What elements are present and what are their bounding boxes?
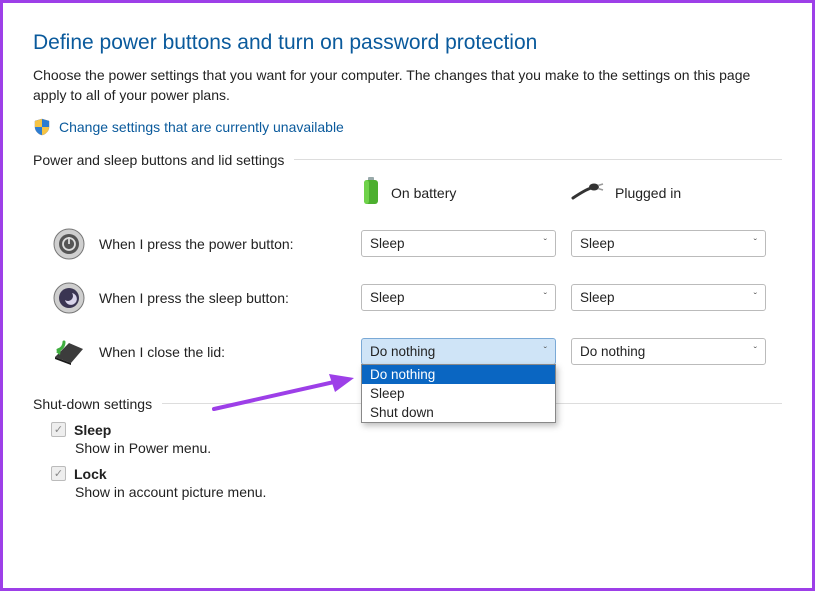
chevron-down-icon: ˇ (544, 346, 547, 357)
plug-icon (571, 182, 605, 203)
checkbox-lock[interactable]: ✓ (51, 466, 66, 481)
chevron-down-icon: ˇ (544, 238, 547, 249)
sleep-button-battery-select[interactable]: Sleepˇ (361, 284, 556, 311)
chevron-down-icon: ˇ (544, 292, 547, 303)
column-on-battery: On battery (361, 178, 561, 208)
page-title: Define power buttons and turn on passwor… (33, 31, 782, 55)
checkbox-lock-label: Lock (74, 466, 107, 482)
checkbox-sleep-label: Sleep (74, 422, 111, 438)
sleep-button-plugged-select[interactable]: Sleepˇ (571, 284, 766, 311)
power-button-plugged-select[interactable]: Sleepˇ (571, 230, 766, 257)
change-settings-link[interactable]: Change settings that are currently unava… (59, 119, 344, 135)
page-description: Choose the power settings that you want … (33, 65, 753, 106)
chevron-down-icon: ˇ (754, 346, 757, 357)
checkbox-sleep-description: Show in Power menu. (75, 440, 782, 456)
sleep-button-icon (51, 280, 87, 316)
checkbox-sleep[interactable]: ✓ (51, 422, 66, 437)
lid-option-shut-down[interactable]: Shut down (362, 403, 555, 422)
battery-icon (361, 176, 381, 209)
lid-battery-select-list[interactable]: Do nothing Sleep Shut down (361, 364, 556, 423)
column-plugged-in: Plugged in (571, 178, 771, 208)
chevron-down-icon: ˇ (754, 292, 757, 303)
lid-icon (51, 334, 87, 370)
lid-option-do-nothing[interactable]: Do nothing (362, 365, 555, 384)
power-button-battery-select[interactable]: Sleepˇ (361, 230, 556, 257)
power-button-icon (51, 226, 87, 262)
shield-icon (33, 118, 51, 136)
lid-option-sleep[interactable]: Sleep (362, 384, 555, 403)
lid-battery-select[interactable]: Do nothingˇ (361, 338, 556, 365)
checkbox-lock-description: Show in account picture menu. (75, 484, 782, 500)
lid-plugged-select[interactable]: Do nothingˇ (571, 338, 766, 365)
row-power-button: When I press the power button: (51, 226, 351, 262)
row-lid: When I close the lid: (51, 334, 351, 370)
section-power-header: Power and sleep buttons and lid settings (33, 152, 782, 168)
row-sleep-button: When I press the sleep button: (51, 280, 351, 316)
chevron-down-icon: ˇ (754, 238, 757, 249)
